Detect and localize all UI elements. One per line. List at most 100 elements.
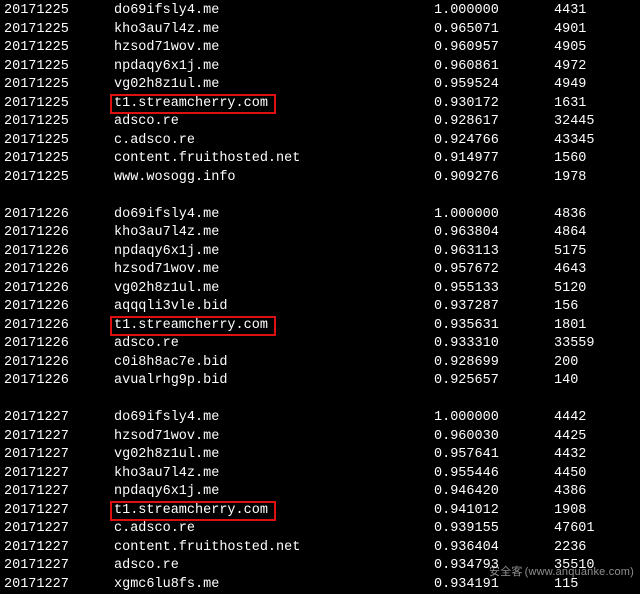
cell-value: 0.946420 <box>434 483 554 502</box>
cell-date: 20171226 <box>4 243 94 262</box>
cell-count: 1631 <box>554 95 634 114</box>
cell-date: 20171227 <box>4 557 94 576</box>
cell-count: 1560 <box>554 150 634 169</box>
cell-value: 0.936404 <box>434 539 554 558</box>
cell-date: 20171227 <box>4 483 94 502</box>
table-row: 20171225vg02h8z1ul.me0.9595244949 <box>4 76 640 95</box>
highlight-box <box>110 94 276 114</box>
cell-date: 20171225 <box>4 58 94 77</box>
cell-count: 4431 <box>554 2 634 21</box>
cell-count: 32445 <box>554 113 634 132</box>
cell-host: npdaqy6x1j.me <box>94 483 434 502</box>
cell-value: 0.937287 <box>434 298 554 317</box>
cell-value: 0.930172 <box>434 95 554 114</box>
table-row: 20171226c0i8h8ac7e.bid0.928699200 <box>4 354 640 373</box>
table-row: 20171225hzsod71wov.me0.9609574905 <box>4 39 640 58</box>
cell-date: 20171225 <box>4 150 94 169</box>
cell-date: 20171226 <box>4 280 94 299</box>
table-row: 20171226vg02h8z1ul.me0.9551335120 <box>4 280 640 299</box>
cell-date: 20171226 <box>4 298 94 317</box>
cell-host: c.adsco.re <box>94 132 434 151</box>
cell-value: 0.957641 <box>434 446 554 465</box>
cell-count: 4643 <box>554 261 634 280</box>
cell-count: 4949 <box>554 76 634 95</box>
cell-date: 20171225 <box>4 76 94 95</box>
cell-host: adsco.re <box>94 113 434 132</box>
cell-count: 4432 <box>554 446 634 465</box>
cell-value: 0.955446 <box>434 465 554 484</box>
cell-date: 20171227 <box>4 409 94 428</box>
table-row: 20171225npdaqy6x1j.me0.9608614972 <box>4 58 640 77</box>
cell-host: npdaqy6x1j.me <box>94 243 434 262</box>
table-row: 20171225adsco.re0.92861732445 <box>4 113 640 132</box>
cell-value: 0.955133 <box>434 280 554 299</box>
cell-host: vg02h8z1ul.me <box>94 76 434 95</box>
cell-value: 0.960030 <box>434 428 554 447</box>
cell-host: hzsod71wov.me <box>94 261 434 280</box>
cell-date: 20171227 <box>4 446 94 465</box>
cell-value: 1.000000 <box>434 409 554 428</box>
cell-date: 20171226 <box>4 317 94 336</box>
cell-value: 0.939155 <box>434 520 554 539</box>
cell-host: adsco.re <box>94 557 434 576</box>
table-row: 20171227npdaqy6x1j.me0.9464204386 <box>4 483 640 502</box>
cell-count: 1978 <box>554 169 634 188</box>
cell-date: 20171226 <box>4 354 94 373</box>
cell-count: 140 <box>554 372 634 391</box>
cell-count: 4386 <box>554 483 634 502</box>
watermark-text-cn: 安全客 <box>489 566 523 578</box>
cell-host: do69ifsly4.me <box>94 2 434 21</box>
cell-host: kho3au7l4z.me <box>94 21 434 40</box>
cell-date: 20171225 <box>4 21 94 40</box>
cell-count: 47601 <box>554 520 634 539</box>
table-row: 20171225c.adsco.re0.92476643345 <box>4 132 640 151</box>
cell-host: c.adsco.re <box>94 520 434 539</box>
cell-host: hzsod71wov.me <box>94 428 434 447</box>
table-row: 20171227c.adsco.re0.93915547601 <box>4 520 640 539</box>
cell-count: 4425 <box>554 428 634 447</box>
cell-value: 0.924766 <box>434 132 554 151</box>
cell-date: 20171225 <box>4 169 94 188</box>
table-row: 20171225do69ifsly4.me1.0000004431 <box>4 2 640 21</box>
cell-value: 0.941012 <box>434 502 554 521</box>
cell-date: 20171225 <box>4 95 94 114</box>
cell-date: 20171226 <box>4 372 94 391</box>
cell-host: adsco.re <box>94 335 434 354</box>
cell-host: vg02h8z1ul.me <box>94 446 434 465</box>
watermark-url: (www.anquanke.com) <box>525 566 634 578</box>
cell-host: kho3au7l4z.me <box>94 465 434 484</box>
cell-count: 200 <box>554 354 634 373</box>
blank-row <box>4 187 640 206</box>
cell-date: 20171227 <box>4 465 94 484</box>
cell-date: 20171227 <box>4 576 94 594</box>
cell-host: kho3au7l4z.me <box>94 224 434 243</box>
cell-count: 5175 <box>554 243 634 262</box>
table-row: 20171225t1.streamcherry.com0.9301721631 <box>4 95 640 114</box>
cell-value: 0.959524 <box>434 76 554 95</box>
table-row: 20171225kho3au7l4z.me0.9650714901 <box>4 21 640 40</box>
table-row: 20171227hzsod71wov.me0.9600304425 <box>4 428 640 447</box>
cell-value: 0.925657 <box>434 372 554 391</box>
cell-value: 0.965071 <box>434 21 554 40</box>
cell-date: 20171225 <box>4 2 94 21</box>
cell-value: 0.935631 <box>434 317 554 336</box>
cell-count: 43345 <box>554 132 634 151</box>
cell-value: 1.000000 <box>434 2 554 21</box>
table-row: 20171226npdaqy6x1j.me0.9631135175 <box>4 243 640 262</box>
cell-value: 0.928617 <box>434 113 554 132</box>
cell-count: 5120 <box>554 280 634 299</box>
cell-count: 4450 <box>554 465 634 484</box>
cell-value: 0.909276 <box>434 169 554 188</box>
cell-date: 20171227 <box>4 428 94 447</box>
cell-host: t1.streamcherry.com <box>94 502 434 521</box>
cell-count: 1908 <box>554 502 634 521</box>
cell-date: 20171226 <box>4 261 94 280</box>
cell-count: 4442 <box>554 409 634 428</box>
table-row: 20171226do69ifsly4.me1.0000004836 <box>4 206 640 225</box>
cell-value: 0.960861 <box>434 58 554 77</box>
terminal-output: 20171225do69ifsly4.me1.00000044312017122… <box>0 0 640 594</box>
cell-host: vg02h8z1ul.me <box>94 280 434 299</box>
watermark: 安全客(www.anquanke.com) <box>489 563 634 579</box>
cell-count: 156 <box>554 298 634 317</box>
cell-host: aqqqli3vle.bid <box>94 298 434 317</box>
